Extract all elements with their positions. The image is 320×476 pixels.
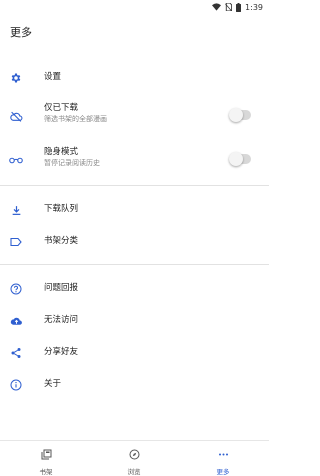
menu-item-label: 无法访问 — [44, 315, 79, 325]
no-sim-icon — [225, 3, 233, 11]
menu-item-no-access[interactable]: 无法访问 — [0, 311, 269, 331]
wifi-icon — [212, 3, 222, 11]
menu-item-subtitle: 暂停记录阅读历史 — [44, 159, 100, 167]
menu-item-categories[interactable]: 书架分类 — [0, 232, 269, 252]
glasses-icon — [8, 152, 24, 168]
menu-item-downloaded-only[interactable]: 仅已下载 筛选书架的全部漫画 — [0, 100, 269, 130]
divider — [0, 264, 269, 265]
menu-item-label: 问题回报 — [44, 283, 79, 293]
menu-item-label: 下载队列 — [44, 204, 79, 214]
divider — [0, 185, 269, 186]
bottom-navigation: 书架 浏览 更多 — [0, 440, 269, 476]
page-title: 更多 — [10, 26, 32, 39]
toggle-knob — [229, 152, 243, 166]
menu-item-label: 分享好友 — [44, 347, 79, 357]
nav-tab-more[interactable]: 更多 — [203, 445, 243, 476]
menu-item-label: 书架分类 — [44, 236, 79, 246]
nav-tab-label: 浏览 — [127, 468, 141, 476]
library-icon — [41, 445, 52, 464]
menu-item-settings[interactable]: 设置 — [0, 68, 269, 88]
compass-icon — [129, 445, 140, 464]
nav-tab-browse[interactable]: 浏览 — [114, 445, 154, 476]
help-icon — [8, 281, 24, 297]
nav-tab-label: 书架 — [39, 468, 53, 476]
menu-item-label: 关于 — [44, 379, 62, 389]
share-icon — [8, 345, 24, 361]
menu-item-report[interactable]: 问题回报 — [0, 279, 269, 299]
menu-item-incognito[interactable]: 隐身模式 暂停记录阅读历史 — [0, 144, 269, 174]
menu-item-subtitle: 筛选书架的全部漫画 — [44, 115, 107, 123]
menu-item-about[interactable]: 关于 — [0, 375, 269, 395]
toggle-knob — [229, 108, 243, 122]
nav-tab-label: 更多 — [216, 468, 230, 476]
nav-tab-library[interactable]: 书架 — [26, 445, 66, 476]
status-time: 1:39 — [245, 2, 263, 12]
app-bar: 更多 — [0, 18, 269, 46]
cloud-off-icon — [8, 108, 24, 124]
more-horizontal-icon — [218, 445, 229, 464]
menu-item-label: 仅已下载 — [44, 103, 79, 113]
status-bar: 1:39 — [0, 0, 269, 14]
menu-item-share[interactable]: 分享好友 — [0, 343, 269, 363]
download-icon — [8, 202, 24, 218]
menu-item-label: 设置 — [44, 72, 62, 82]
battery-icon — [236, 2, 242, 12]
label-icon — [8, 234, 24, 250]
incognito-toggle[interactable] — [229, 152, 251, 166]
downloaded-only-toggle[interactable] — [229, 108, 251, 122]
cloud-upload-icon — [8, 313, 24, 329]
menu-item-label: 隐身模式 — [44, 147, 79, 157]
menu-item-download-queue[interactable]: 下载队列 — [0, 200, 269, 220]
info-icon — [8, 377, 24, 393]
gear-icon — [8, 70, 24, 86]
